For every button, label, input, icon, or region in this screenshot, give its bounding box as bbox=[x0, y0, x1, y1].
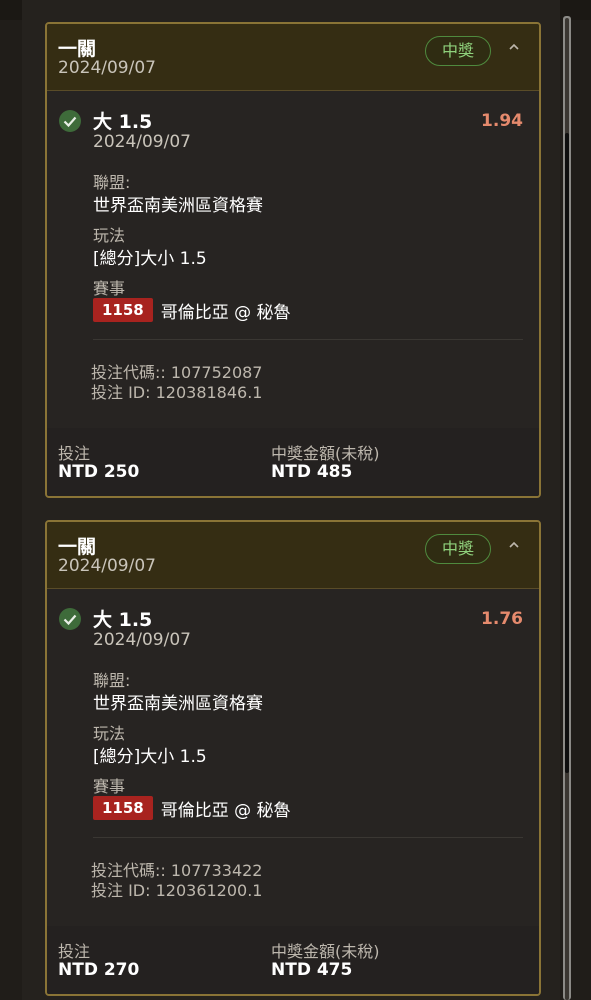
bet-date: 2024/09/07 bbox=[93, 132, 191, 152]
stake-value: NTD 270 bbox=[58, 960, 140, 980]
payout-label: 中獎金額(未稅) bbox=[271, 942, 380, 961]
match-name: 哥倫比亞 @ 秘魯 bbox=[160, 800, 291, 821]
league-value: 世界盃南美洲區資格賽 bbox=[93, 196, 263, 216]
divider bbox=[93, 837, 523, 838]
bet-odds: 1.94 bbox=[481, 111, 523, 131]
league-label: 聯盟: bbox=[93, 671, 131, 690]
bet-card-footer: 投注 NTD 270 中獎金額(未稅) NTD 475 bbox=[47, 926, 539, 994]
league-value: 世界盃南美洲區資格賽 bbox=[93, 694, 263, 714]
status-badge: 中獎 bbox=[425, 36, 491, 66]
payout-value: NTD 485 bbox=[271, 462, 353, 482]
scrollbar-thumb[interactable] bbox=[565, 133, 569, 773]
chevron-up-icon[interactable] bbox=[509, 42, 519, 52]
payout-label: 中獎金額(未稅) bbox=[271, 444, 380, 463]
bet-selection: 大 1.5 bbox=[93, 609, 153, 631]
check-circle-icon bbox=[59, 110, 81, 132]
bet-id: 投注 ID: 120381846.1 bbox=[91, 383, 263, 402]
check-circle-icon bbox=[59, 608, 81, 630]
bet-card-date: 2024/09/07 bbox=[58, 58, 156, 78]
bet-type-label: 玩法 bbox=[93, 226, 126, 245]
bet-detail: 大 1.5 1.94 2024/09/07 聯盟: 世界盃南美洲區資格賽 玩法 … bbox=[47, 91, 539, 427]
status-badge: 中獎 bbox=[425, 534, 491, 564]
bet-date: 2024/09/07 bbox=[93, 630, 191, 650]
match-row: 1158 哥倫比亞 @ 秘魯 bbox=[93, 795, 291, 821]
chevron-up-icon[interactable] bbox=[509, 540, 519, 550]
bet-card[interactable]: 一關 2024/09/07 中獎 大 1.5 1.94 2024/09/07 聯… bbox=[45, 22, 541, 498]
match-label: 賽事 bbox=[93, 777, 126, 796]
bet-detail: 大 1.5 1.76 2024/09/07 聯盟: 世界盃南美洲區資格賽 玩法 … bbox=[47, 589, 539, 925]
bet-type-title: 一關 bbox=[58, 38, 97, 60]
bet-type-value: [總分]大小 1.5 bbox=[93, 249, 207, 269]
bet-id: 投注 ID: 120361200.1 bbox=[91, 881, 263, 900]
stake-value: NTD 250 bbox=[58, 462, 140, 482]
bet-card[interactable]: 一關 2024/09/07 中獎 大 1.5 1.76 2024/09/07 聯… bbox=[45, 520, 541, 996]
match-code-badge: 1158 bbox=[93, 298, 153, 322]
bet-odds: 1.76 bbox=[481, 609, 523, 629]
league-label: 聯盟: bbox=[93, 173, 131, 192]
match-name: 哥倫比亞 @ 秘魯 bbox=[160, 302, 291, 323]
bet-selection: 大 1.5 bbox=[93, 111, 153, 133]
stake-label: 投注 bbox=[58, 942, 91, 961]
scrollbar[interactable] bbox=[565, 18, 569, 1000]
match-row: 1158 哥倫比亞 @ 秘魯 bbox=[93, 297, 291, 323]
bet-type-title: 一關 bbox=[58, 536, 97, 558]
bet-history-page: 一關 2024/09/07 中獎 大 1.5 1.94 2024/09/07 聯… bbox=[0, 0, 591, 1000]
bet-type-value: [總分]大小 1.5 bbox=[93, 747, 207, 767]
match-code-badge: 1158 bbox=[93, 796, 153, 820]
payout-value: NTD 475 bbox=[271, 960, 353, 980]
bet-card-header[interactable]: 一關 2024/09/07 中獎 bbox=[47, 24, 539, 91]
match-label: 賽事 bbox=[93, 279, 126, 298]
bet-card-header[interactable]: 一關 2024/09/07 中獎 bbox=[47, 522, 539, 589]
bet-card-date: 2024/09/07 bbox=[58, 556, 156, 576]
stake-label: 投注 bbox=[58, 444, 91, 463]
bet-type-label: 玩法 bbox=[93, 724, 126, 743]
divider bbox=[93, 339, 523, 340]
bet-card-footer: 投注 NTD 250 中獎金額(未稅) NTD 485 bbox=[47, 428, 539, 496]
